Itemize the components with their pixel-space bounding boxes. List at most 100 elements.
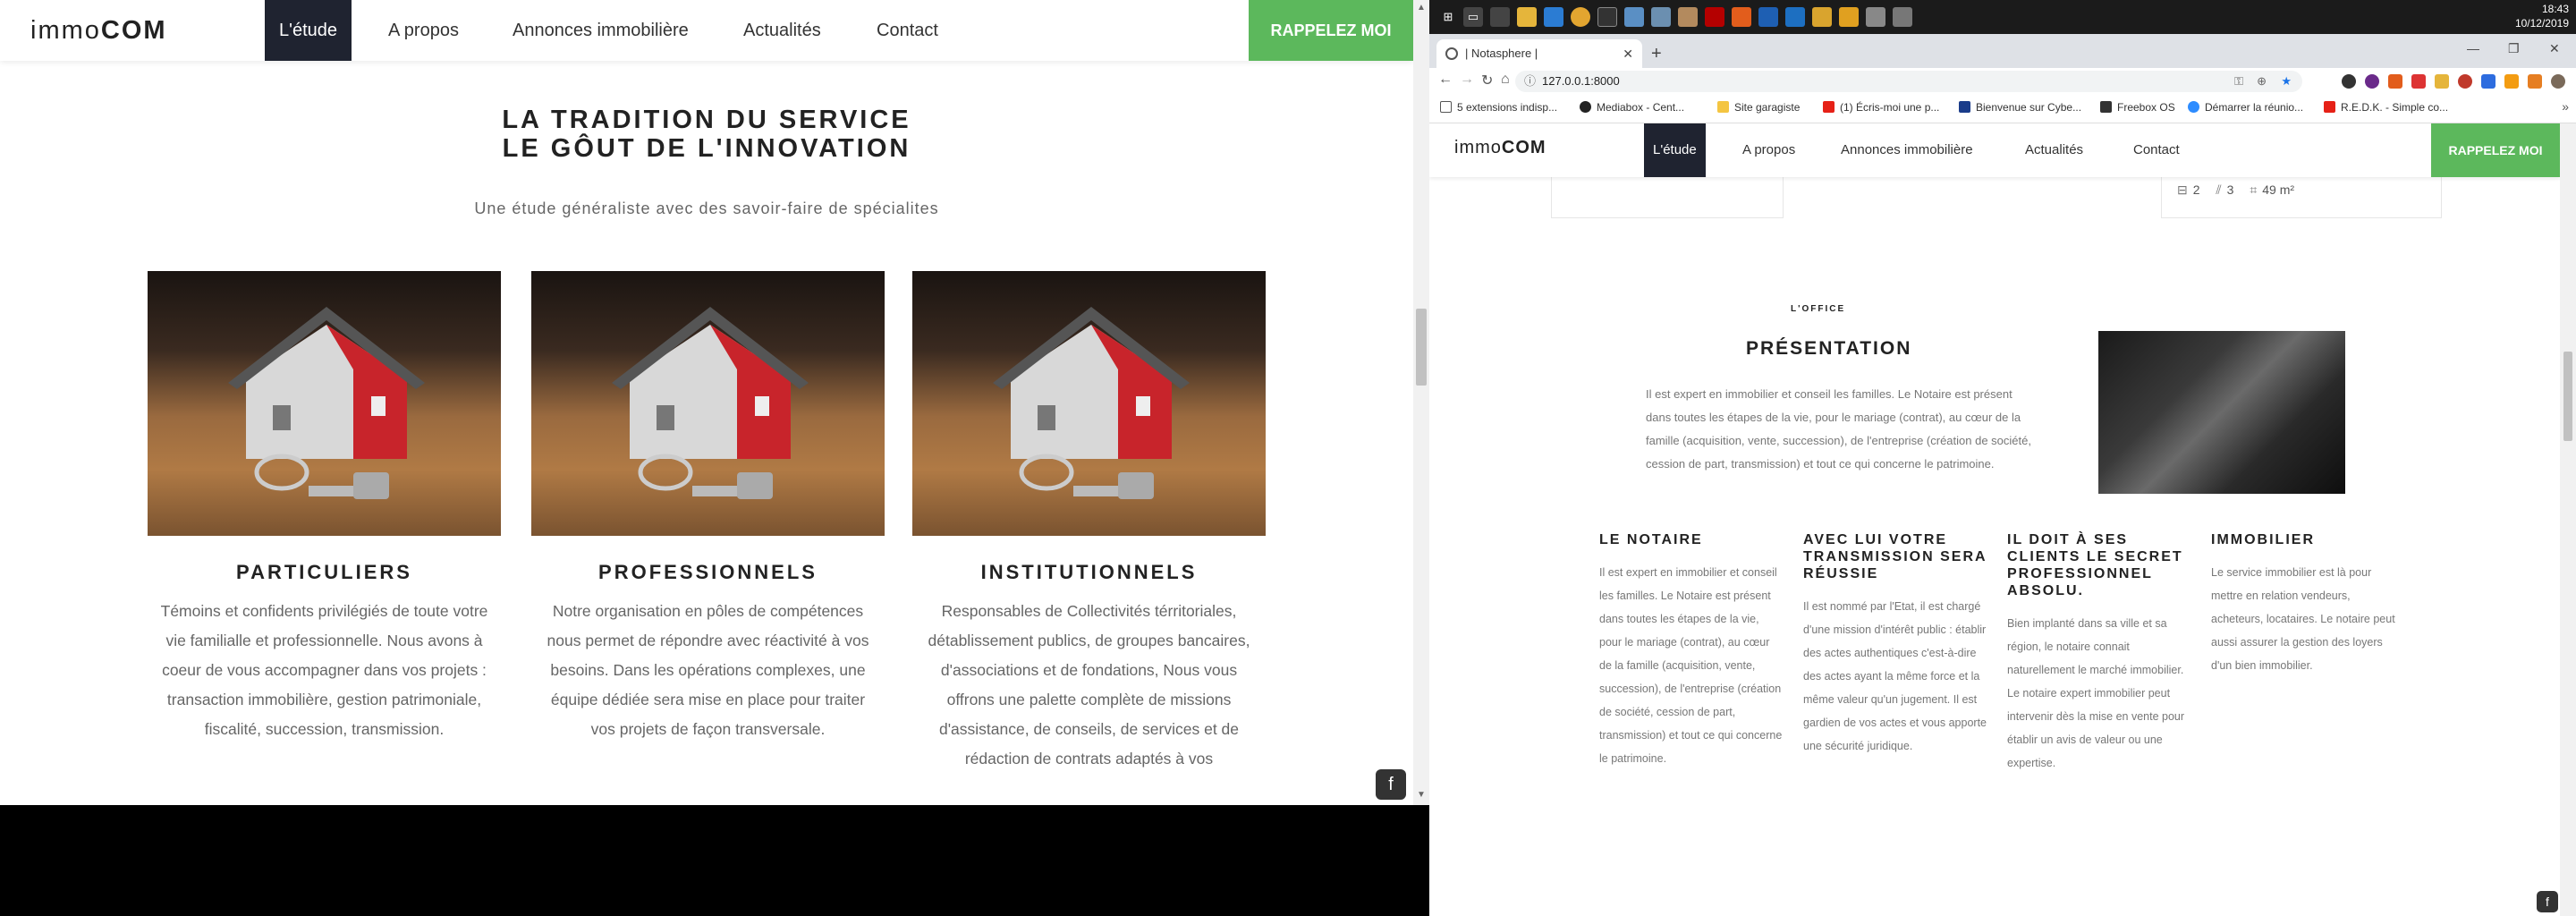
column-notaire: LE NOTAIRE Il est expert en immobilier e… [1599, 531, 1784, 770]
menu-icon[interactable]: ⋮ [2572, 72, 2576, 90]
extension-icon[interactable] [2342, 74, 2356, 89]
scroll-up-icon[interactable]: ▲ [1413, 0, 1429, 16]
callback-button[interactable]: RAPPELEZ MOI [1249, 0, 1413, 61]
key-icon[interactable]: ⚿ [2234, 71, 2243, 92]
taskbar-app-icon[interactable] [1812, 7, 1832, 27]
adblock-icon[interactable] [2458, 74, 2472, 89]
site-logo[interactable]: immoCOM [30, 16, 167, 46]
left-page: immoCOM L'étude A propos Annonces immobi… [0, 0, 1413, 805]
scroll-thumb[interactable] [2563, 352, 2572, 441]
bookmark-item[interactable]: R.E.D.K. - Simple co... [2324, 101, 2448, 114]
bed-icon: ⊟ [2177, 182, 2188, 197]
column-secret: IL DOIT À SES CLIENTS LE SECRET PROFESSI… [2007, 531, 2191, 775]
scroll-down-icon[interactable]: ▼ [1413, 787, 1429, 803]
forward-icon[interactable]: → [1460, 72, 1474, 88]
nav-item-etude[interactable]: L'étude [265, 0, 352, 61]
nav-item-annonces[interactable]: Annonces immobilière [1841, 123, 1973, 177]
bookmarks-bar: 5 extensions indisp... Mediabox - Cent..… [1429, 95, 2576, 123]
section-intro: Il est expert en immobilier et conseil l… [1646, 387, 2031, 471]
column-title: AVEC LUI VOTRE TRANSMISSION SERA RÉUSSIE [1803, 532, 1987, 581]
extension-icon[interactable] [2528, 74, 2542, 89]
windows-taskbar: ⊞ ▭ 18:43 10/12/2019 [1429, 0, 2576, 34]
zoom-icon[interactable]: ⊕ [2257, 71, 2267, 92]
taskbar-app-icon[interactable] [1490, 7, 1510, 27]
nav-item-apropos[interactable]: A propos [388, 0, 459, 61]
tab-title: | Notasphere | [1465, 47, 1538, 60]
taskbar-app-icon[interactable] [1866, 7, 1885, 27]
extension-icon[interactable] [2435, 74, 2449, 89]
nav-item-etude[interactable]: L'étude [1644, 123, 1706, 177]
address-bar[interactable]: ⓘ 127.0.0.1:8000 ⚿ ⊕ ★ [1515, 71, 2302, 92]
right-scrollbar[interactable] [2560, 123, 2576, 916]
bookmark-item[interactable]: 5 extensions indisp... [1440, 101, 1557, 114]
more-bookmarks-icon[interactable]: » [2562, 99, 2569, 114]
file-explorer-icon[interactable] [1517, 7, 1537, 27]
home-icon[interactable]: ⌂ [1501, 72, 1510, 88]
extension-icon[interactable] [2388, 74, 2402, 89]
close-window-icon[interactable]: ✕ [2549, 41, 2560, 56]
extension-icon[interactable] [2365, 74, 2379, 89]
maximize-icon[interactable]: ❐ [2508, 41, 2520, 56]
taskbar-app-icon[interactable] [1624, 7, 1644, 27]
browser-tab[interactable]: | Notasphere | ✕ [1436, 39, 1642, 68]
bookmark-icon [1440, 101, 1452, 113]
terminal-icon[interactable] [1597, 7, 1617, 27]
nav-item-annonces[interactable]: Annonces immobilière [513, 0, 689, 61]
site-logo[interactable]: immoCOM [1454, 138, 1546, 158]
back-icon[interactable]: ← [1438, 72, 1453, 88]
bookmark-icon [2100, 101, 2112, 113]
nav-item-apropos[interactable]: A propos [1742, 123, 1795, 177]
bookmark-item[interactable]: Bienvenue sur Cybe... [1959, 101, 2081, 114]
taskbar-app-icon[interactable] [1678, 7, 1698, 27]
nav-item-actualites[interactable]: Actualités [2025, 123, 2083, 177]
nav-item-actualites[interactable]: Actualités [743, 0, 821, 61]
youtube-icon [2324, 101, 2335, 113]
column-text: Il est nommé par l'Etat, il est chargé d… [1803, 600, 1987, 752]
extension-icon[interactable] [2411, 74, 2426, 89]
symfony-toolbar-icon[interactable]: f [1376, 769, 1406, 800]
profile-avatar[interactable] [2551, 74, 2565, 89]
scroll-thumb[interactable] [1416, 309, 1427, 386]
left-window: immoCOM L'étude A propos Annonces immobi… [0, 0, 1429, 916]
taskbar-app-icon[interactable] [1732, 7, 1751, 27]
chrome-icon[interactable] [1571, 7, 1590, 27]
nav-item-contact[interactable]: Contact [2133, 123, 2180, 177]
nav-item-contact[interactable]: Contact [877, 0, 938, 61]
card-particuliers: PARTICULIERS Témoins et confidents privi… [148, 271, 501, 744]
bookmark-star-icon[interactable]: ★ [2281, 71, 2292, 92]
sublime-icon[interactable] [1839, 7, 1859, 27]
vscode-icon[interactable] [1544, 7, 1563, 27]
zoom-meeting-icon [2188, 101, 2199, 113]
taskbar-app-icon[interactable] [1651, 7, 1671, 27]
edge-icon[interactable] [1785, 7, 1805, 27]
house-keys-image [531, 271, 885, 536]
task-view-icon[interactable]: ▭ [1463, 7, 1483, 27]
baths-stat: ⫽ 3 [2216, 182, 2234, 197]
left-scrollbar[interactable]: ▲ ▼ [1413, 0, 1429, 805]
column-text: Bien implanté dans sa ville et sa région… [2007, 617, 2185, 769]
card-title: INSTITUTIONNELS [980, 561, 1198, 583]
bookmark-item[interactable]: Mediabox - Cent... [1580, 101, 1684, 114]
extension-icon[interactable] [2481, 74, 2496, 89]
new-tab-icon[interactable]: + [1651, 39, 1662, 68]
callback-button[interactable]: RAPPELEZ MOI [2431, 123, 2560, 177]
bookmark-item[interactable]: Démarrer la réunio... [2188, 101, 2303, 114]
extension-icon[interactable] [2504, 74, 2519, 89]
windows-start-icon[interactable]: ⊞ [1438, 7, 1458, 27]
reload-icon[interactable]: ↻ [1481, 72, 1493, 89]
clock-date: 10/12/2019 [2514, 17, 2569, 30]
taskbar-app-icon[interactable] [1893, 7, 1912, 27]
symfony-toolbar-icon[interactable]: f [2537, 891, 2558, 912]
card-title: PROFESSIONNELS [598, 561, 818, 583]
section-subtitle: Une étude généraliste avec des savoir-fa… [474, 199, 939, 217]
filezilla-icon[interactable] [1705, 7, 1724, 27]
bookmark-item[interactable]: (1) Écris-moi une p... [1823, 101, 1939, 114]
close-tab-icon[interactable]: ✕ [1623, 39, 1633, 68]
word-icon[interactable] [1758, 7, 1778, 27]
site-info-icon[interactable]: ⓘ [1524, 71, 1536, 92]
taskbar-clock[interactable]: 18:43 10/12/2019 [2515, 2, 2569, 30]
bookmark-item[interactable]: Site garagiste [1717, 101, 1800, 114]
bookmark-item[interactable]: Freebox OS [2100, 101, 2175, 114]
minimize-icon[interactable]: — [2467, 41, 2479, 55]
card-professionnels: PROFESSIONNELS Notre organisation en pôl… [531, 271, 885, 744]
